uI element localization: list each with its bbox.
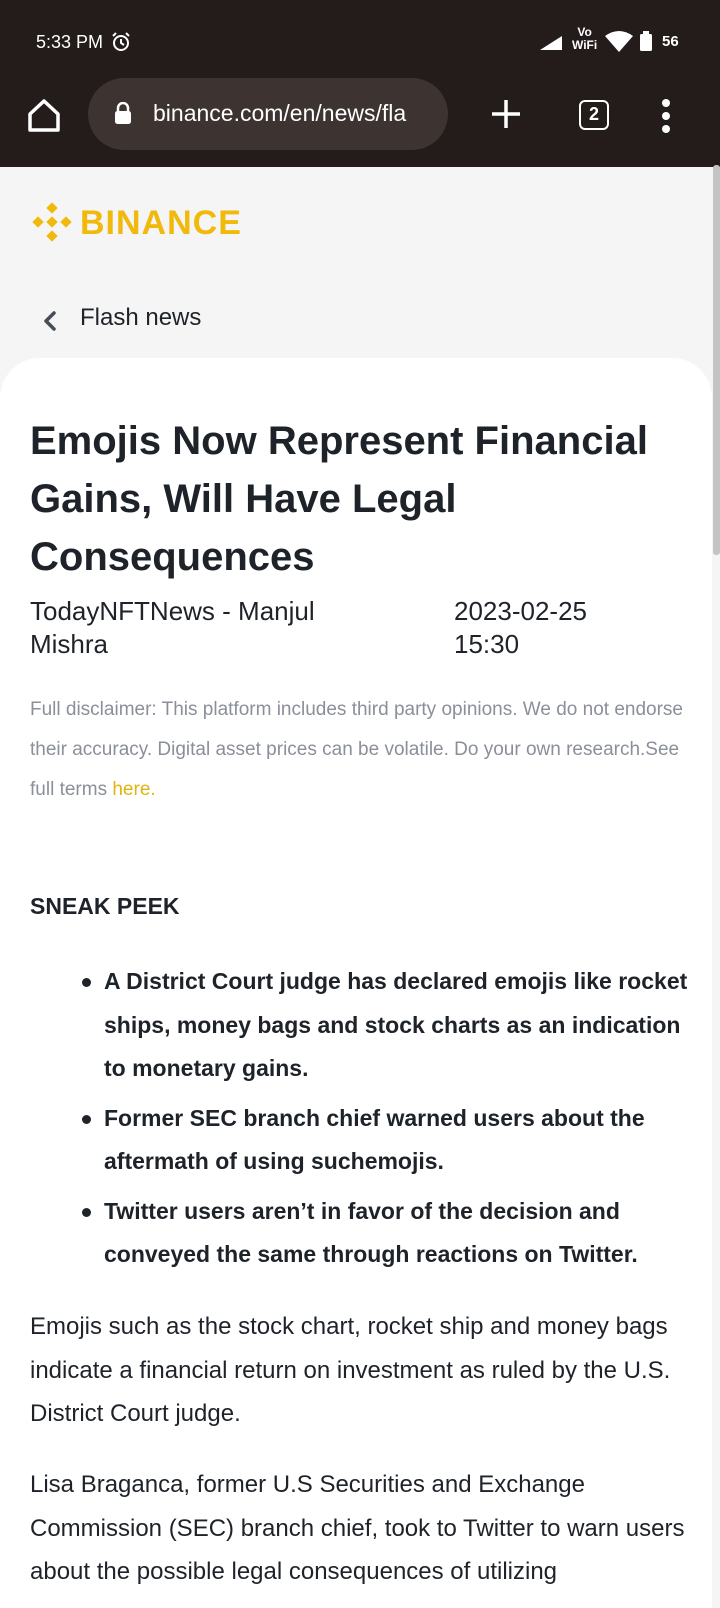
scrollbar[interactable]: [713, 165, 720, 555]
article-date: 2023-02-25 15:30: [454, 596, 587, 659]
lock-icon: [115, 102, 131, 124]
binance-logo[interactable]: BINANCE: [30, 200, 270, 246]
chevron-left-icon: [44, 311, 56, 331]
address-bar[interactable]: binance.com/en/news/fla: [88, 78, 448, 150]
battery-icon: [640, 31, 652, 51]
battery-percentage: 56: [662, 33, 679, 50]
list-item-text: Former SEC branch chief warned users abo…: [104, 1104, 645, 1175]
list-item: Twitter users aren’t in favor of the dec…: [30, 1190, 690, 1277]
more-menu-icon[interactable]: [658, 98, 674, 134]
list-item-text: A District Court judge has declared emoj…: [104, 968, 688, 1081]
terms-link[interactable]: here.: [112, 779, 155, 800]
list-item: A District Court judge has declared emoj…: [30, 960, 690, 1091]
home-icon[interactable]: [24, 96, 64, 136]
sneak-peek-list: A District Court judge has declared emoj…: [30, 960, 690, 1283]
article-author: TodayNFTNews - Manjul Mishra: [30, 596, 315, 659]
url-text[interactable]: binance.com/en/news/fla: [153, 100, 443, 127]
list-item: Former SEC branch chief warned users abo…: [30, 1097, 690, 1184]
section-heading: SNEAK PEEK: [30, 893, 180, 919]
back-link-label: Flash news: [80, 304, 202, 331]
bullet-dot: [82, 978, 91, 987]
alarm-icon: [112, 32, 130, 51]
binance-logo-icon: [32, 202, 72, 242]
cell-signal-icon: [540, 36, 562, 50]
back-to-flash-news[interactable]: Flash news: [40, 304, 240, 338]
logo-wordmark: BINANCE: [80, 204, 242, 242]
new-tab-icon[interactable]: [488, 96, 524, 132]
article-paragraph: Lisa Braganca, former U.S Securities and…: [30, 1471, 685, 1585]
status-bar: 5:33 PM Vo WiFi 56: [0, 0, 720, 82]
bullet-dot: [82, 1207, 91, 1217]
status-time: 5:33 PM: [36, 32, 104, 52]
article-paragraph: Emojis such as the stock chart, rocket s…: [30, 1313, 671, 1427]
bullet-dot: [82, 1114, 91, 1124]
list-item-text: Twitter users aren’t in favor of the dec…: [104, 1197, 638, 1268]
tab-switcher-button[interactable]: 2: [579, 100, 609, 130]
disclaimer: Full disclaimer: This platform includes …: [30, 690, 690, 810]
wifi-icon: [605, 31, 633, 52]
status-indicators: Vo WiFi 56: [520, 22, 720, 62]
vowifi-label: Vo WiFi: [572, 25, 598, 52]
article-title: Emojis Now Represent Financial Gains, Wi…: [30, 419, 648, 579]
